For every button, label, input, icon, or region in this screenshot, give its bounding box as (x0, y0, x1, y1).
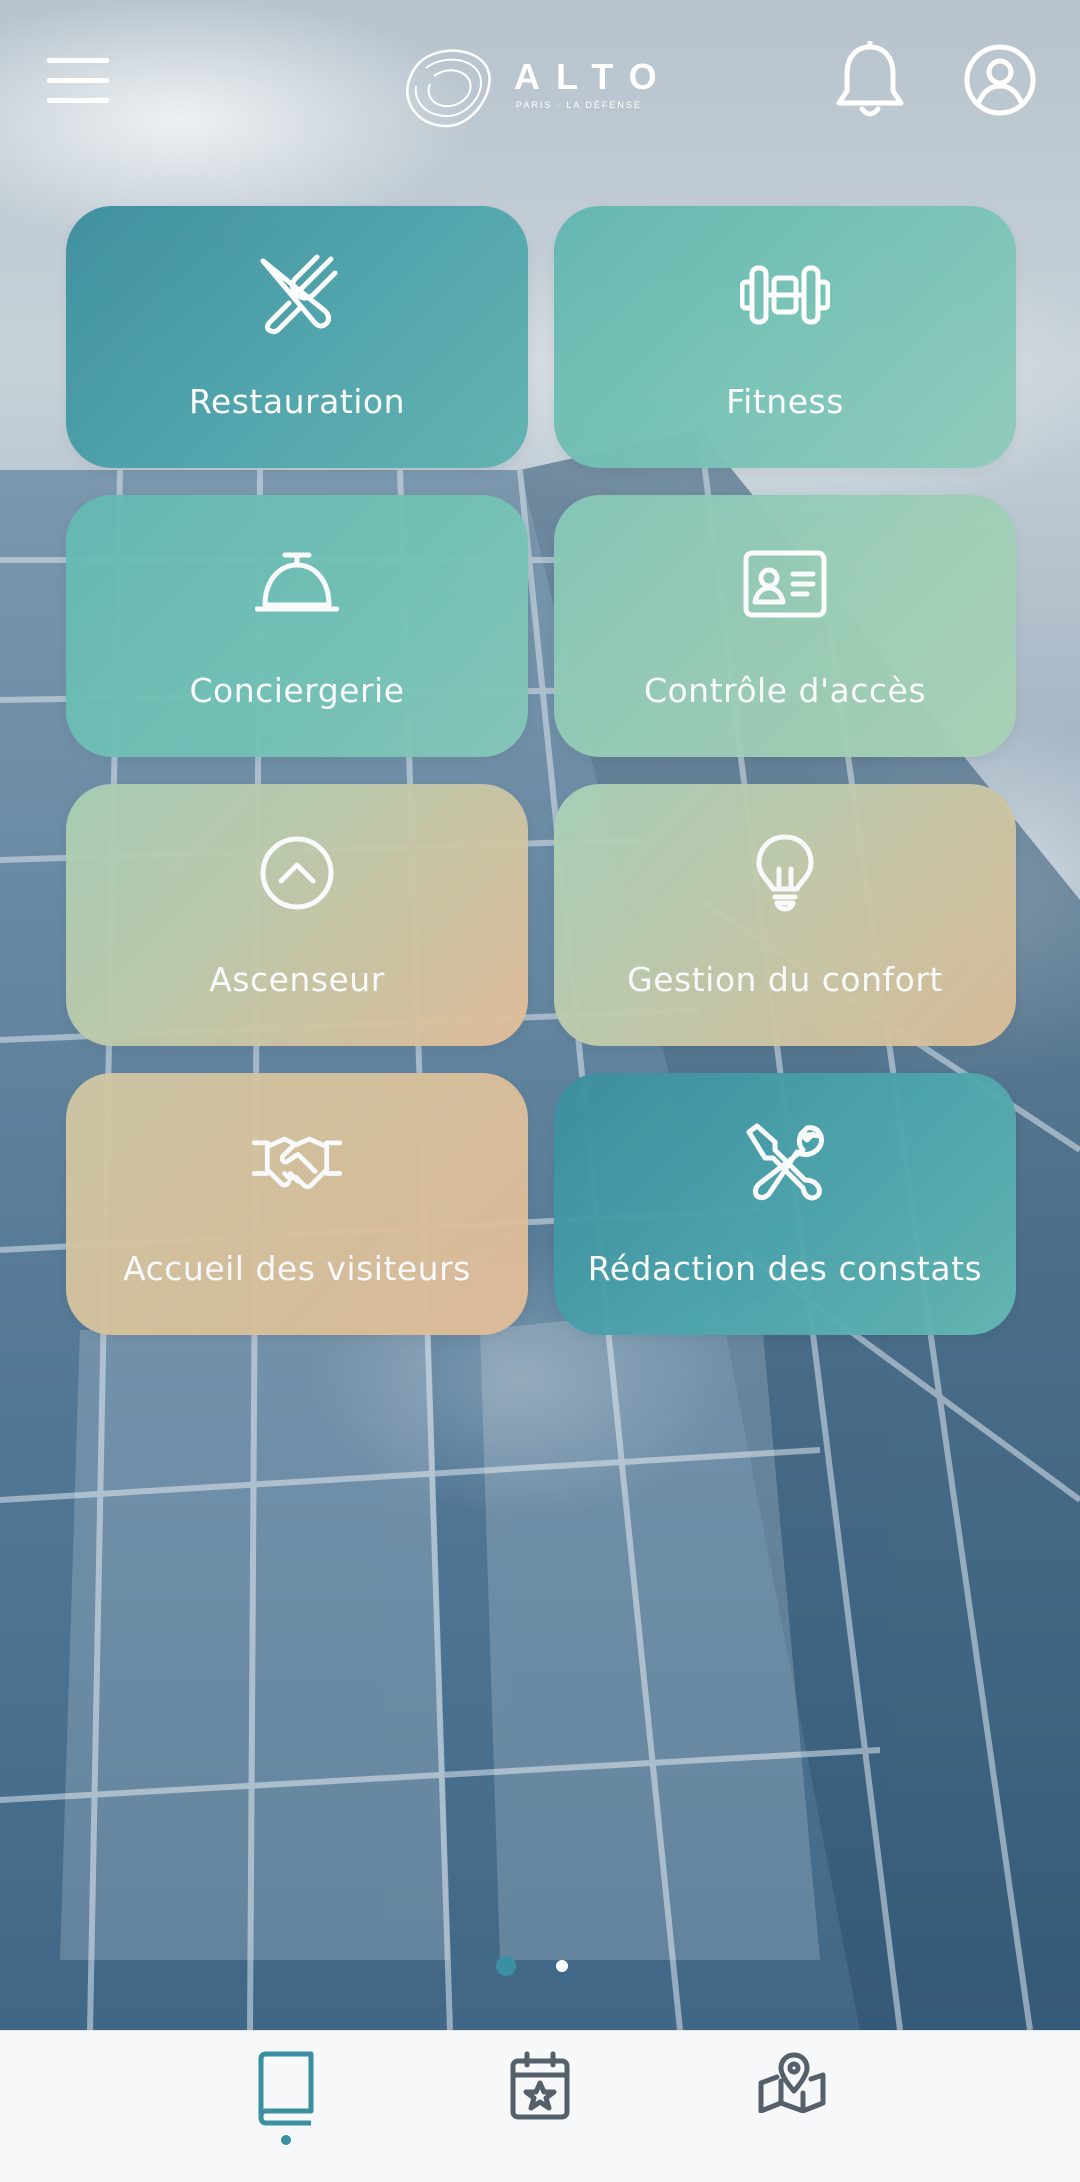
nav-item-calendar[interactable] (490, 2051, 590, 2161)
tile-label: Restauration (188, 382, 406, 421)
tile-gestion-confort[interactable]: Gestion du confort (554, 784, 1016, 1046)
nav-item-book[interactable] (236, 2051, 336, 2161)
tile-fitness[interactable]: Fitness (554, 206, 1016, 468)
id-card-icon (740, 539, 830, 629)
tile-accueil-visiteurs[interactable]: Accueil des visiteurs (66, 1073, 528, 1335)
book-icon (258, 2051, 314, 2126)
wrench-screwdriver-icon (740, 1117, 830, 1207)
tile-label: Fitness (726, 382, 844, 421)
active-indicator-dot (281, 2135, 291, 2145)
tile-redaction-constats[interactable]: Rédaction des constats (554, 1073, 1016, 1335)
tile-label: Contrôle d'accès (643, 671, 927, 710)
tile-label: Accueil des visiteurs (123, 1249, 471, 1288)
map-pin-icon (758, 2052, 826, 2113)
tile-label: Ascenseur (209, 960, 385, 999)
dumbbell-icon (740, 250, 830, 340)
user-profile-icon[interactable] (960, 36, 1040, 124)
tile-controle-acces[interactable]: Contrôle d'accès (554, 495, 1016, 757)
service-bell-icon (252, 539, 342, 629)
tile-ascenseur[interactable]: Ascenseur (66, 784, 528, 1046)
handshake-icon (252, 1117, 342, 1207)
top-bar: ALTO PARIS · LA DÉFENSE (0, 0, 1080, 170)
fork-knife-icon (252, 250, 342, 340)
alto-logo-mark-icon (406, 49, 491, 128)
tile-restauration[interactable]: Restauration (66, 206, 528, 468)
calendar-star-icon (510, 2051, 570, 2120)
hamburger-menu-icon[interactable] (40, 48, 116, 114)
bottom-navigation (0, 2030, 1080, 2182)
tile-label: Conciergerie (189, 671, 405, 710)
page-dot[interactable] (556, 1960, 568, 1972)
logo-subtitle: PARIS · LA DÉFENSE (516, 100, 642, 110)
logo-wordmark: ALTO (514, 56, 673, 97)
page-indicator (496, 1956, 568, 1976)
tile-label: Rédaction des constats (587, 1249, 983, 1288)
page-dot-active[interactable] (496, 1956, 516, 1976)
tile-label: Gestion du confort (627, 960, 943, 999)
lightbulb-icon (740, 828, 830, 918)
alto-logo: ALTO PARIS · LA DÉFENSE (400, 38, 690, 138)
tile-conciergerie[interactable]: Conciergerie (66, 495, 528, 757)
nav-item-map[interactable] (742, 2051, 842, 2161)
bell-icon[interactable] (830, 36, 910, 126)
chevron-up-circle-icon (252, 828, 342, 918)
